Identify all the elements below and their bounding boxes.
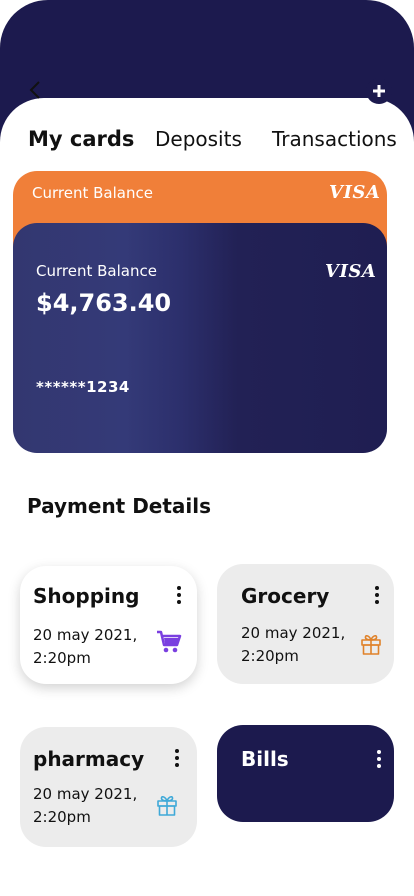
- gift-icon: [358, 631, 384, 657]
- tab-transactions[interactable]: Transactions: [272, 127, 397, 151]
- payment-tile-bills[interactable]: Bills: [217, 725, 394, 822]
- tile-date: 20 may 2021, 2:20pm: [33, 626, 138, 667]
- more-options-icon[interactable]: [173, 586, 185, 604]
- tab-bar: My cards Deposits Transactions: [0, 127, 414, 157]
- card-balance-amount: $4,763.40: [36, 289, 172, 317]
- tile-date: 20 may 2021, 2:20pm: [241, 624, 346, 665]
- visa-logo: VISA: [329, 182, 381, 203]
- back-button[interactable]: [24, 78, 46, 102]
- card-balance-label: Current Balance: [36, 262, 157, 280]
- more-options-icon[interactable]: [373, 750, 385, 768]
- primary-card[interactable]: Current Balance VISA $4,763.40 ******123…: [13, 223, 387, 453]
- cart-icon: [156, 629, 182, 655]
- tile-title: pharmacy: [33, 747, 145, 771]
- card-balance-label: Current Balance: [32, 184, 153, 202]
- more-options-icon[interactable]: [171, 749, 183, 767]
- payment-tile-grocery[interactable]: Grocery 20 may 2021, 2:20pm: [217, 564, 394, 684]
- payment-tile-shopping[interactable]: Shopping 20 may 2021, 2:20pm: [20, 566, 197, 684]
- tab-deposits[interactable]: Deposits: [155, 127, 242, 151]
- card-number: ******1234: [36, 378, 130, 396]
- tab-my-cards[interactable]: My cards: [28, 127, 134, 151]
- visa-logo: VISA: [325, 261, 377, 282]
- chevron-left-icon: [29, 81, 40, 99]
- plus-icon: [373, 85, 385, 97]
- section-title: Payment Details: [27, 494, 212, 518]
- add-card-button[interactable]: [366, 78, 392, 104]
- payment-tile-pharmacy[interactable]: pharmacy 20 may 2021, 2:20pm: [20, 727, 197, 847]
- gift-icon: [154, 792, 180, 818]
- tile-title: Shopping: [33, 584, 140, 608]
- tile-title: Bills: [241, 747, 289, 771]
- tile-title: Grocery: [241, 584, 330, 608]
- more-options-icon[interactable]: [371, 586, 383, 604]
- tile-date: 20 may 2021, 2:20pm: [33, 785, 138, 826]
